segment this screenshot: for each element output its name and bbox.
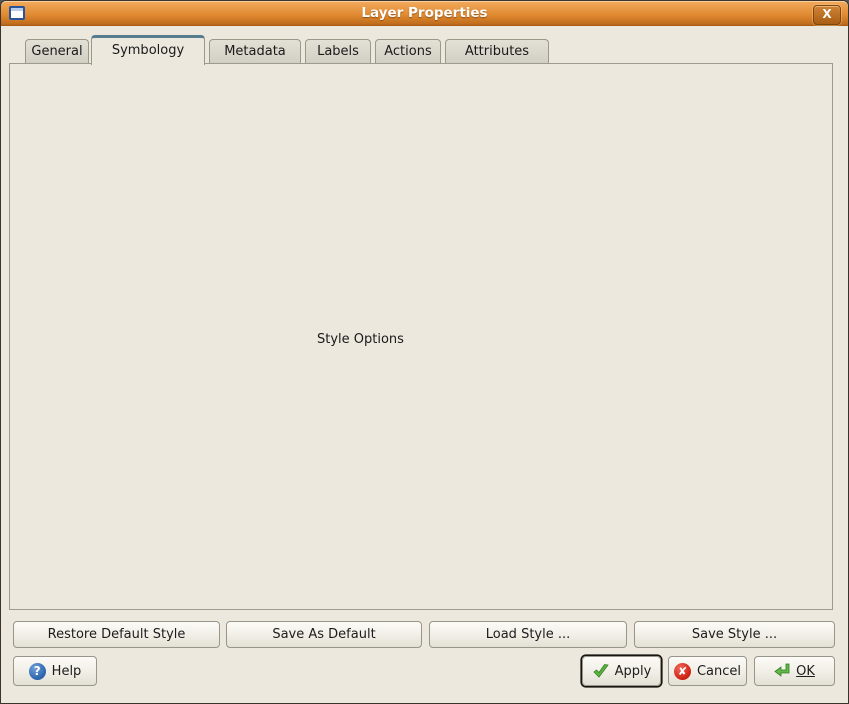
cancel-button[interactable]: ✘ Cancel bbox=[668, 656, 747, 686]
load-style-button[interactable]: Load Style ... bbox=[429, 621, 627, 648]
enter-arrow-icon bbox=[774, 663, 791, 679]
symbology-panel bbox=[9, 63, 833, 610]
tab-labels[interactable]: Labels bbox=[305, 39, 371, 63]
save-style-button[interactable]: Save Style ... bbox=[634, 621, 835, 648]
help-button[interactable]: ? Help bbox=[13, 656, 97, 686]
ok-button[interactable]: OK bbox=[754, 656, 835, 686]
help-icon: ? bbox=[29, 663, 46, 680]
check-icon bbox=[592, 663, 610, 679]
restore-default-style-button[interactable]: Restore Default Style bbox=[13, 621, 220, 648]
style-options-title: Style Options bbox=[312, 332, 409, 347]
apply-button[interactable]: Apply bbox=[582, 656, 661, 686]
cancel-icon: ✘ bbox=[674, 663, 691, 680]
tab-general[interactable]: General bbox=[25, 39, 89, 63]
tab-attributes[interactable]: Attributes bbox=[445, 39, 549, 63]
save-as-default-button[interactable]: Save As Default bbox=[226, 621, 422, 648]
close-button[interactable]: X bbox=[813, 5, 841, 25]
tab-symbology[interactable]: Symbology bbox=[91, 35, 205, 65]
window-title: Layer Properties bbox=[1, 1, 848, 26]
tab-metadata[interactable]: Metadata bbox=[209, 39, 301, 63]
layer-properties-dialog: Layer Properties X General Symbology Met… bbox=[0, 0, 849, 704]
close-icon: X bbox=[822, 7, 831, 21]
tab-actions[interactable]: Actions bbox=[375, 39, 441, 63]
titlebar[interactable]: Layer Properties X bbox=[1, 1, 848, 26]
